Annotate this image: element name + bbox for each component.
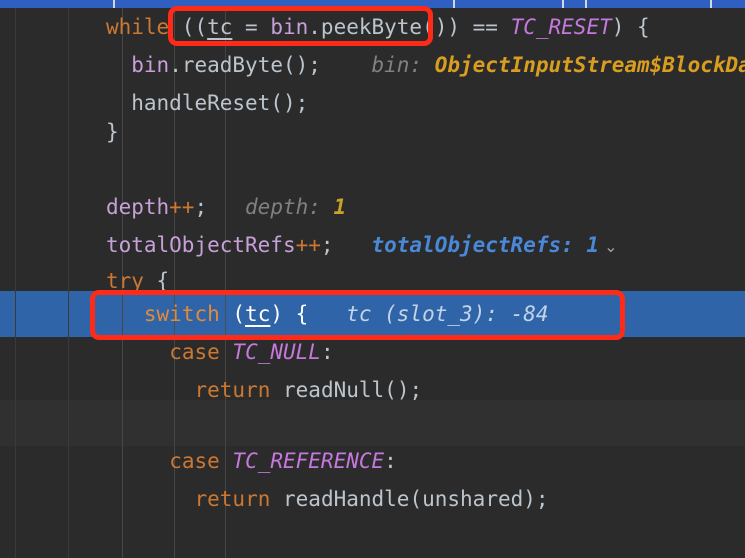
token-3: (	[409, 487, 422, 511]
token-1: ((	[169, 15, 207, 39]
token-4: 1	[334, 195, 347, 219]
token-2: tc	[207, 15, 232, 39]
line-partial-bottom[interactable]: case TC_CLASS:	[0, 549, 745, 558]
token-3: depth:	[207, 195, 333, 219]
token-0: }	[106, 120, 119, 144]
token-3: totalObjectRefs: 1	[334, 233, 600, 257]
token-3: =	[232, 15, 270, 39]
token-9: ) {	[612, 15, 650, 39]
token-7: ()) ==	[422, 15, 511, 39]
strip-tick-2	[562, 0, 564, 8]
line-while[interactable]: while ((tc = bin.peekByte()) == TC_RESET…	[0, 8, 745, 46]
line-blank-faint[interactable]	[0, 404, 745, 442]
token-0: switch	[144, 302, 220, 326]
strip-tick-4	[710, 0, 712, 8]
token-4: bin:	[321, 53, 435, 77]
line-return-readhandle[interactable]: return readHandle(unshared);	[0, 480, 745, 518]
token-2: readNull	[283, 378, 384, 402]
caret-line-strip	[0, 0, 745, 8]
line-switch[interactable]: switch (tc) { tc (slot_3): -84	[0, 295, 745, 333]
token-5: );	[523, 487, 548, 511]
token-5: ObjectInputStream$BlockDa	[435, 53, 745, 77]
token-0: return	[195, 487, 271, 511]
token-0: case	[169, 340, 220, 364]
strip-tick-3	[585, 0, 587, 8]
token-2: ;	[321, 233, 334, 257]
token-3: :	[321, 340, 334, 364]
token-1	[220, 449, 233, 473]
token-2: readHandle	[283, 487, 409, 511]
code-editor[interactable]: while ((tc = bin.peekByte()) == TC_RESET…	[0, 0, 745, 558]
code-lines[interactable]: while ((tc = bin.peekByte()) == TC_RESET…	[0, 0, 745, 558]
token-4: ⌄	[599, 237, 618, 256]
token-2: readByte	[182, 53, 283, 77]
token-1: ++	[169, 195, 194, 219]
token-0: handleReset	[131, 91, 270, 115]
token-0: depth	[106, 195, 169, 219]
token-4: bin	[270, 15, 308, 39]
line-depth[interactable]: depth++; depth: 1	[0, 188, 745, 226]
token-1	[270, 378, 283, 402]
token-3: ();	[283, 53, 321, 77]
token-1: .	[169, 53, 182, 77]
token-2: ;	[194, 195, 207, 219]
token-0: try	[106, 269, 144, 293]
token-4: unshared	[422, 487, 523, 511]
token-1	[220, 340, 233, 364]
token-0: totalObjectRefs	[106, 233, 296, 257]
line-case-tcreference[interactable]: case TC_REFERENCE:	[0, 442, 745, 480]
line-close-brace[interactable]: }	[0, 113, 745, 151]
token-1: {	[144, 269, 169, 293]
token-3: ) {	[270, 302, 308, 326]
token-0: while	[106, 15, 169, 39]
token-0: return	[195, 378, 271, 402]
token-1: (	[220, 302, 245, 326]
token-2: tc	[245, 302, 270, 326]
strip-tick-0	[113, 0, 115, 8]
token-0: case	[169, 449, 220, 473]
token-4: tc (slot_3): -84	[308, 302, 548, 326]
token-5: .	[308, 15, 321, 39]
token-2: TC_REFERENCE	[232, 449, 384, 473]
token-8: TC_RESET	[511, 15, 612, 39]
line-totalobjectrefs[interactable]: totalObjectRefs++; totalObjectRefs: 1 ⌄	[0, 226, 745, 264]
token-1: ();	[270, 91, 308, 115]
token-3: ();	[384, 378, 422, 402]
token-1	[270, 487, 283, 511]
token-6: peekByte	[321, 15, 422, 39]
strip-tick-1	[453, 0, 455, 8]
token-1: ++	[296, 233, 321, 257]
line-case-tcnull[interactable]: case TC_NULL:	[0, 333, 745, 371]
token-0: bin	[131, 53, 169, 77]
line-readbyte[interactable]: bin.readByte(); bin: ObjectInputStream$B…	[0, 46, 745, 84]
token-2: TC_NULL	[232, 340, 321, 364]
token-3: :	[384, 449, 397, 473]
